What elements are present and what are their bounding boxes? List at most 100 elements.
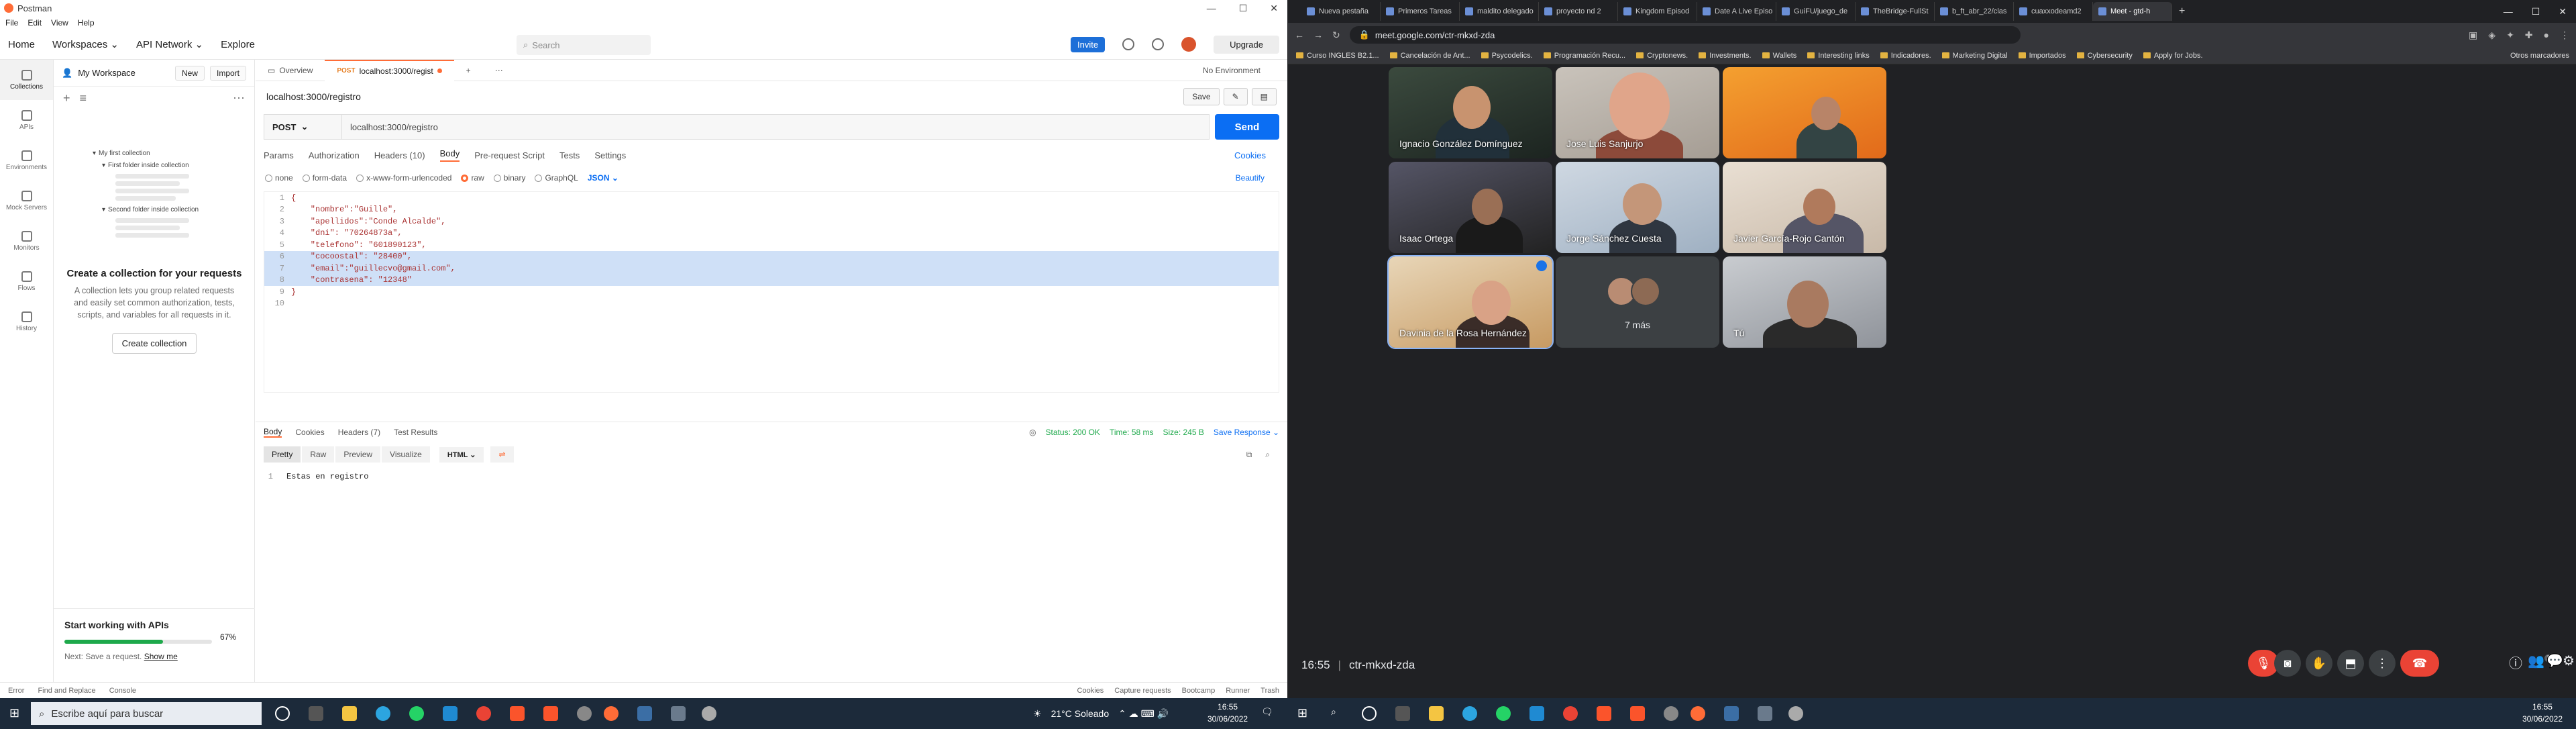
other-bookmarks[interactable]: Otros marcadores	[2510, 52, 2576, 60]
tab-request[interactable]: POST localhost:3000/regist	[325, 59, 454, 81]
tray-icons[interactable]: ⌃ ☁ ⌨ 🔊	[1118, 708, 1169, 720]
save-response-button[interactable]: Save Response ⌄	[1214, 428, 1279, 437]
more-icon[interactable]: ⋯	[233, 91, 245, 105]
cortana-icon[interactable]	[275, 706, 290, 721]
search-icon[interactable]: ⌕	[1331, 706, 1336, 718]
minimize-icon[interactable]: —	[1207, 3, 1216, 14]
telegram-icon[interactable]	[1462, 706, 1477, 721]
add-icon[interactable]: +	[63, 91, 70, 105]
taskbar-search[interactable]: ⌕ Escribe aquí para buscar	[31, 702, 262, 725]
status-bootcamp[interactable]: Bootcamp	[1182, 687, 1216, 695]
extension-icon[interactable]: ◈	[2488, 30, 2496, 41]
menu-help[interactable]: Help	[78, 18, 95, 28]
view-visualize[interactable]: Visualize	[382, 446, 430, 463]
browser-tab[interactable]: Primeros Tareas	[1381, 2, 1460, 21]
filter-icon[interactable]: ≡	[80, 91, 87, 105]
raise-hand-icon[interactable]: ✋	[2306, 650, 2332, 677]
body-editor[interactable]: 1{2 "nombre":"Guille", 3 "apellidos":"Con…	[264, 191, 1279, 393]
brave-icon[interactable]	[1630, 706, 1645, 721]
bookmark-item[interactable]: Investments.	[1699, 52, 1752, 60]
bookmark-item[interactable]: Curso INGLES B2.1...	[1296, 52, 1379, 60]
bookmark-item[interactable]: Importados	[2018, 52, 2066, 60]
tab-body[interactable]: Body	[439, 148, 460, 162]
edit-icon[interactable]: ✎	[1223, 88, 1248, 105]
more-participants-tile[interactable]: 7 más	[1556, 256, 1719, 348]
radio-raw[interactable]: raw	[461, 173, 484, 183]
profile-icon[interactable]: ●	[2544, 30, 2549, 41]
app-icon[interactable]	[637, 706, 652, 721]
browser-tab[interactable]: TheBridge-FullSt	[1856, 2, 1935, 21]
reload-icon[interactable]: ↻	[1332, 30, 1340, 41]
nav-api-network[interactable]: API Network ⌄	[136, 38, 203, 50]
resp-tab-body[interactable]: Body	[264, 427, 282, 438]
app-icon[interactable]	[1664, 706, 1678, 721]
wrap-icon[interactable]: ⇌	[490, 446, 514, 463]
status-runner[interactable]: Runner	[1226, 687, 1250, 695]
status-capture[interactable]: Capture requests	[1114, 687, 1171, 695]
bookmark-item[interactable]: Wallets	[1762, 52, 1796, 60]
app-icon[interactable]	[1758, 706, 1772, 721]
minimize-icon[interactable]: —	[2504, 6, 2513, 17]
whatsapp-icon[interactable]	[1496, 706, 1511, 721]
vscode-icon[interactable]	[1529, 706, 1544, 721]
browser-tab[interactable]: b_ft_abr_22/clas	[1935, 2, 2014, 21]
postman-icon[interactable]	[604, 706, 619, 721]
activities-icon[interactable]: ⚙	[2563, 652, 2575, 669]
brave-icon[interactable]	[510, 706, 525, 721]
send-button[interactable]: Send	[1215, 114, 1279, 140]
participant-tile[interactable]: Jorge Sánchez Cuesta	[1556, 162, 1719, 253]
self-tile[interactable]: Tú	[1723, 256, 1886, 348]
radio-graphql[interactable]: GraphQL	[535, 173, 578, 183]
bookmark-item[interactable]: Interesting links	[1807, 52, 1870, 60]
task-view-icon[interactable]	[309, 706, 323, 721]
file-explorer-icon[interactable]	[342, 706, 357, 721]
rail-mock-servers[interactable]: Mock Servers	[0, 181, 53, 221]
nav-home[interactable]: Home	[8, 39, 35, 50]
view-raw[interactable]: Raw	[302, 446, 335, 463]
browser-tab[interactable]: Meet - gtd-h	[2093, 2, 2172, 21]
search-input[interactable]: ⌕ Search	[517, 35, 651, 55]
bookmark-item[interactable]: Psycodelics.	[1481, 52, 1533, 60]
windows-start-icon[interactable]: ⊞	[1297, 706, 1307, 720]
vscode-icon[interactable]	[443, 706, 458, 721]
cortana-icon[interactable]	[1362, 706, 1377, 721]
radio-none[interactable]: none	[265, 173, 293, 183]
close-icon[interactable]: ✕	[2559, 6, 2567, 17]
new-tab-button[interactable]: +	[2172, 5, 2192, 17]
tab-authorization[interactable]: Authorization	[309, 150, 360, 160]
app-icon[interactable]	[1724, 706, 1739, 721]
chat-icon[interactable]: 💬	[2546, 652, 2563, 669]
address-bar[interactable]: 🔒 meet.google.com/ctr-mkxd-zda	[1349, 26, 2021, 44]
app-icon[interactable]	[671, 706, 686, 721]
radio-form-data[interactable]: form-data	[302, 173, 347, 183]
back-icon[interactable]: ←	[1295, 30, 1304, 40]
rail-history[interactable]: History	[0, 301, 53, 342]
brave-icon[interactable]	[543, 706, 558, 721]
bookmark-item[interactable]: Indicadores.	[1880, 52, 1931, 60]
present-icon[interactable]: ⬒	[2337, 650, 2364, 677]
search-icon[interactable]: ⌕	[1265, 450, 1270, 460]
browser-tab[interactable]: GuiFU/juego_de	[1776, 2, 1856, 21]
extension-icon[interactable]: ✦	[2506, 30, 2514, 41]
resp-tab-cookies[interactable]: Cookies	[295, 428, 324, 437]
radio-binary[interactable]: binary	[493, 173, 525, 183]
chrome-icon[interactable]	[1563, 706, 1578, 721]
bookmark-item[interactable]: Programación Recu...	[1543, 52, 1625, 60]
app-icon[interactable]	[702, 706, 716, 721]
copy-icon[interactable]: ⧉	[1246, 450, 1252, 460]
cookies-link[interactable]: Cookies	[1234, 150, 1279, 160]
brave-icon[interactable]	[1597, 706, 1611, 721]
create-collection-button[interactable]: Create collection	[111, 333, 197, 354]
participant-tile[interactable]	[1723, 67, 1886, 158]
puzzle-icon[interactable]: ✚	[2525, 30, 2533, 41]
environment-select[interactable]: No Environment	[1203, 66, 1287, 75]
url-input[interactable]: localhost:3000/registro	[341, 114, 1210, 140]
rail-environments[interactable]: Environments	[0, 140, 53, 181]
tab-headers[interactable]: Headers (10)	[374, 150, 425, 160]
status-find[interactable]: Find and Replace	[38, 687, 95, 695]
rail-monitors[interactable]: Monitors	[0, 221, 53, 261]
tab-overview[interactable]: ▭ Overview	[256, 60, 325, 81]
browser-tab[interactable]: Kingdom Episod	[1618, 2, 1697, 21]
camera-icon[interactable]: ◙	[2274, 650, 2301, 677]
forward-icon[interactable]: →	[1313, 30, 1323, 40]
